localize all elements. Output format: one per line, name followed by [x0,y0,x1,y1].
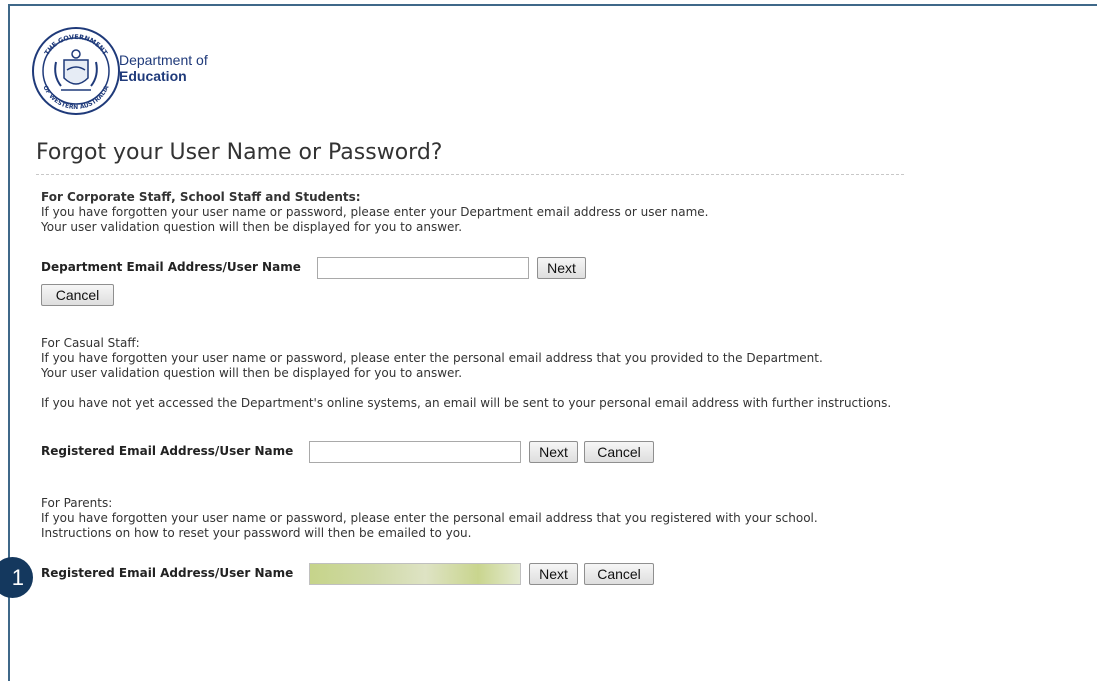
frame-top-border [8,4,1097,6]
casual-heading: For Casual Staff: [41,336,140,350]
step-number-badge: 1 [0,557,33,598]
wa-government-crest-icon: THE GOVERNMENT OF WESTERN AUSTRALIA [32,27,120,115]
title-divider [36,174,904,175]
corporate-cancel-button[interactable]: Cancel [41,284,114,306]
corporate-line-2: Your user validation question will then … [41,220,463,234]
parents-cancel-button[interactable]: Cancel [584,563,654,585]
corporate-line-1: If you have forgotten your user name or … [41,205,709,219]
parents-instructions: For Parents: If you have forgotten your … [41,496,818,541]
parents-email-input[interactable] [309,563,521,585]
department-logo: THE GOVERNMENT OF WESTERN AUSTRALIA Depa… [31,26,232,116]
parents-line-1: If you have forgotten your user name or … [41,511,818,525]
logo-line-1: Department of [119,52,208,68]
parents-next-button[interactable]: Next [529,563,578,585]
corporate-instructions: For Corporate Staff, School Staff and St… [41,190,708,235]
casual-line-2: Your user validation question will then … [41,366,463,380]
casual-line-3: If you have not yet accessed the Departm… [41,396,892,410]
parents-field-label: Registered Email Address/User Name [41,566,294,580]
casual-next-button[interactable]: Next [529,441,578,463]
casual-instructions: For Casual Staff: If you have forgotten … [41,336,891,411]
corporate-form-row: Department Email Address/User Name Next [41,256,601,280]
logo-text: Department of Education [119,52,208,84]
casual-form-row: Registered Email Address/User Name Next … [41,440,661,464]
page-title: Forgot your User Name or Password? [36,140,443,165]
corporate-email-input[interactable] [317,257,529,279]
casual-line-1: If you have forgotten your user name or … [41,351,823,365]
casual-email-input[interactable] [309,441,521,463]
casual-cancel-button[interactable]: Cancel [584,441,654,463]
logo-line-2: Education [119,68,187,84]
parents-heading: For Parents: [41,496,113,510]
parents-line-2: Instructions on how to reset your passwo… [41,526,472,540]
parents-form-row: Registered Email Address/User Name Next … [41,562,661,586]
corporate-heading: For Corporate Staff, School Staff and St… [41,190,361,204]
corporate-next-button[interactable]: Next [537,257,586,279]
corporate-field-label: Department Email Address/User Name [41,260,301,274]
casual-field-label: Registered Email Address/User Name [41,444,294,458]
